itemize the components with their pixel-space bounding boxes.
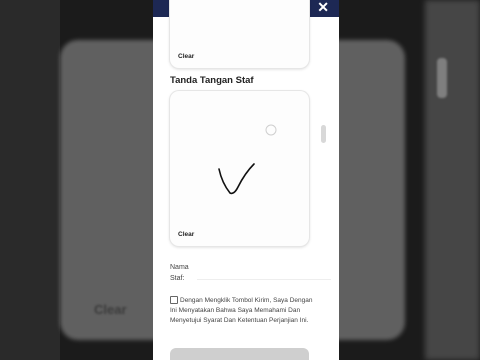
staff-signature-pad[interactable]: Clear <box>170 91 309 246</box>
submit-button[interactable] <box>170 348 309 360</box>
staff-name-label-line2: Staf: <box>170 275 185 282</box>
backdrop-scroll-tab <box>437 58 447 98</box>
cursor-ring-icon <box>265 124 277 136</box>
staff-signature-title: Tanda Tangan Staf <box>170 75 254 86</box>
agreement-checkbox[interactable] <box>170 296 178 304</box>
staff-name-label-line1: Nama <box>170 264 189 271</box>
signature-stroke <box>218 163 255 195</box>
previous-pad-clear-button[interactable]: Clear <box>178 53 194 60</box>
backdrop-left-panel <box>0 0 60 360</box>
staff-name-label: Nama Staf: <box>170 262 189 284</box>
backdrop-clear-label: Clear <box>94 302 127 317</box>
previous-signature-pad[interactable]: Clear <box>170 0 309 68</box>
staff-pad-clear-button[interactable]: Clear <box>178 231 194 238</box>
staff-name-input[interactable] <box>197 262 331 280</box>
close-button[interactable]: ✕ <box>317 0 329 15</box>
signature-modal: ✕ Clear Tanda Tangan Staf Clear Nama Sta… <box>153 0 339 360</box>
agreement-text: Dengan Mengklik Tombol Kirim, Saya Denga… <box>170 297 313 324</box>
scrollbar-thumb[interactable] <box>321 125 326 143</box>
signature-drawing <box>218 124 277 195</box>
backdrop-right-panel <box>425 0 480 360</box>
